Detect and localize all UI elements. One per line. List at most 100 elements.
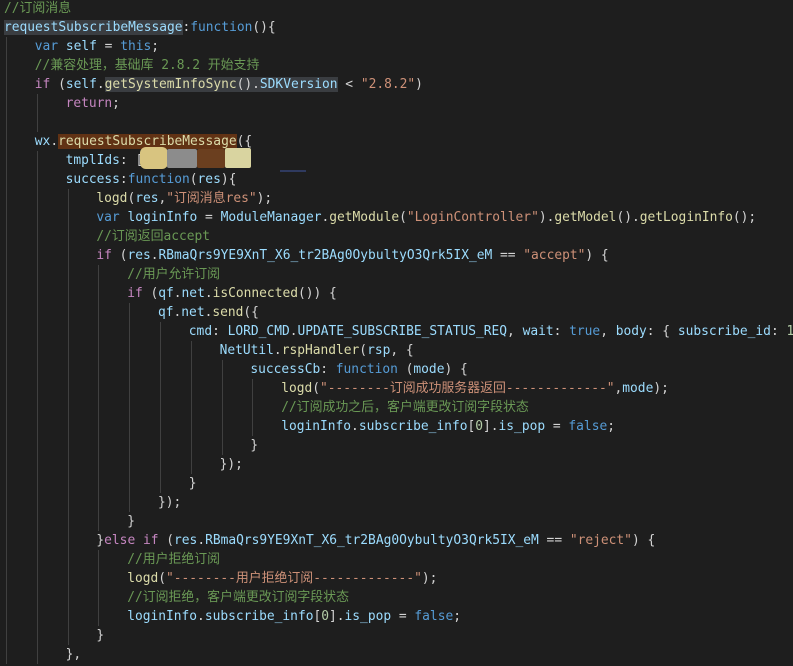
code-token: loginInfo <box>127 609 198 624</box>
code-token: }); <box>219 457 243 472</box>
code-line[interactable]: requestSubscribeMessage:function(){ <box>4 18 276 37</box>
code-line[interactable]: //订阅拒绝，客户端更改订阅字段状态 <box>127 588 349 607</box>
code-token: ]. <box>329 609 345 624</box>
code-token: res <box>127 248 151 263</box>
code-token: "订阅消息res" <box>166 191 257 206</box>
code-token: }); <box>158 495 182 510</box>
code-token: loginInfo <box>281 419 352 434</box>
code-token: } <box>96 533 105 548</box>
code-token: ]. <box>483 419 499 434</box>
code-token: res <box>197 172 221 187</box>
code-token: subscribe_info <box>358 419 468 434</box>
code-line[interactable]: var self = this; <box>35 37 159 56</box>
code-token: } <box>250 438 259 453</box>
code-token: ( <box>50 77 66 92</box>
code-token: cmd <box>188 324 213 339</box>
code-line[interactable]: qf.net.send({ <box>158 303 259 322</box>
code-token: qf <box>158 286 174 301</box>
code-token: getModel <box>554 210 617 225</box>
code-token: //订阅消息 <box>4 1 72 16</box>
code-token: RBmaQrs9YE9XnT_X6_tr2BAg0OybultyO3Qrk5IX… <box>205 533 539 548</box>
code-editor[interactable]: //订阅消息 requestSubscribeMessage:function()… <box>0 0 793 666</box>
code-token: self <box>65 39 97 54</box>
code-line[interactable]: //兼容处理，基础库 2.8.2 开始支持 <box>35 56 260 75</box>
code-line[interactable]: NetUtil.rspHandler(rsp, { <box>220 341 414 360</box>
code-line[interactable]: }); <box>158 493 181 512</box>
code-token: NetUtil <box>219 343 274 358</box>
code-token: ( <box>158 571 166 586</box>
code-token: "--------用户拒绝订阅-------------" <box>166 571 422 586</box>
code-token: 0 <box>321 609 329 624</box>
code-token: == <box>492 248 524 263</box>
indent-guide <box>36 94 38 132</box>
code-token: = <box>197 210 221 225</box>
code-line[interactable]: } <box>189 474 197 493</box>
code-token: res <box>135 191 159 206</box>
code-token: ( <box>189 172 198 187</box>
code-token: isConnected <box>212 286 298 301</box>
code-token: : { <box>646 324 678 339</box>
code-token: . <box>204 286 213 301</box>
code-line[interactable]: //用户拒绝订阅 <box>127 550 220 569</box>
code-line[interactable]: if (qf.net.isConnected()) { <box>127 284 337 303</box>
indent-guide <box>221 360 223 455</box>
code-token: send <box>212 305 244 320</box>
code-token: true <box>569 324 601 339</box>
code-token: getLoginInfo <box>639 210 733 225</box>
code-line[interactable]: tmplIds: [ <box>66 151 144 170</box>
code-line[interactable]: logd(res,"订阅消息res"); <box>96 189 272 208</box>
code-line[interactable]: successCb: function (mode) { <box>250 360 467 379</box>
code-token: //兼容处理，基础库 2.8.2 开始支持 <box>34 58 260 73</box>
code-token: false <box>568 419 608 434</box>
code-token: }, <box>65 647 82 662</box>
code-token: is_pop <box>344 609 392 624</box>
code-token: (). <box>616 210 640 225</box>
code-token: wx <box>34 134 51 149</box>
code-line[interactable]: cmd: LORD_CMD.UPDATE_SUBSCRIBE_STATUS_RE… <box>189 322 793 341</box>
code-line[interactable]: } <box>127 512 135 531</box>
code-line[interactable]: //订阅返回accept <box>96 227 210 246</box>
code-token: ( <box>142 286 159 301</box>
code-token: function <box>335 362 398 377</box>
code-line[interactable]: if (self.getSystemInfoSync().SDKVersion … <box>35 75 423 94</box>
code-token: . <box>50 134 59 149</box>
code-token: SDKVersion <box>259 77 338 92</box>
code-line[interactable]: }, <box>66 645 82 664</box>
code-line[interactable]: } <box>250 436 258 455</box>
code-token: ( <box>399 210 407 225</box>
code-line[interactable]: return; <box>66 94 120 113</box>
code-line[interactable]: logd("--------订阅成功服务器返回-------------",mo… <box>281 379 669 398</box>
code-token: tmplIds <box>65 153 120 168</box>
code-token: = <box>545 419 569 434</box>
bracket-match-underline <box>280 170 306 172</box>
code-line[interactable]: }else if (res.RBmaQrs9YE9XnT_X6_tr2BAg0O… <box>96 531 655 550</box>
code-token: = <box>391 609 415 624</box>
code-token: loginInfo <box>127 210 198 225</box>
code-line[interactable]: //订阅消息 <box>4 0 71 18</box>
code-token: var <box>96 210 128 225</box>
code-token: ({ <box>243 305 259 320</box>
code-token: net <box>181 305 205 320</box>
code-line[interactable]: logd("--------用户拒绝订阅-------------"); <box>127 569 437 588</box>
code-token: logd <box>96 191 128 206</box>
code-token: ); <box>421 571 438 586</box>
code-token: if <box>34 77 51 92</box>
code-token: ); <box>256 191 273 206</box>
code-line[interactable]: } <box>96 626 104 645</box>
code-line[interactable]: success:function(res){ <box>66 170 237 189</box>
code-line[interactable]: if (res.RBmaQrs9YE9XnT_X6_tr2BAg0Oybulty… <box>96 246 608 265</box>
code-line[interactable]: loginInfo.subscribe_info[0].is_pop = fal… <box>281 417 615 436</box>
code-line[interactable]: var loginInfo = ModuleManager.getModule(… <box>96 208 756 227</box>
code-token: UPDATE_SUBSCRIBE_STATUS_REQ <box>297 324 508 339</box>
code-line[interactable]: //订阅成功之后，客户端更改订阅字段状态 <box>281 398 529 417</box>
code-token: logd <box>281 381 313 396</box>
code-token: , { <box>390 343 414 358</box>
code-line[interactable]: loginInfo.subscribe_info[0].is_pop = fal… <box>127 607 461 626</box>
code-line[interactable]: //用户允许订阅 <box>127 265 220 284</box>
code-token: ) <box>415 77 423 92</box>
code-token: . <box>173 286 182 301</box>
code-token: this <box>120 39 152 54</box>
code-token: LORD_CMD <box>227 324 290 339</box>
code-token: ) { <box>585 248 609 263</box>
code-line[interactable]: }); <box>220 455 243 474</box>
